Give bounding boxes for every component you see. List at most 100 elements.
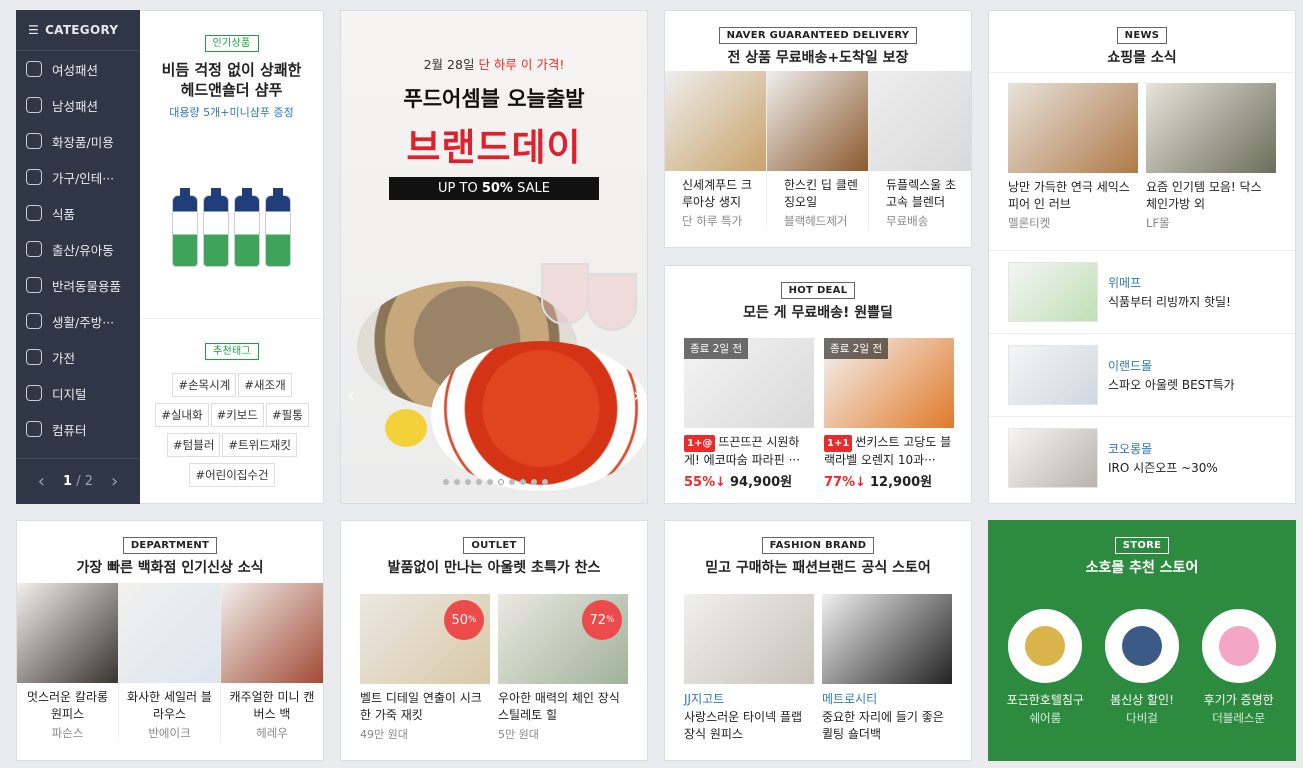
carousel-dot[interactable] bbox=[442, 479, 449, 485]
outlet-item[interactable]: 50% 벨트 디테일 연출이 시크한 가죽 재킷 49만 원대 bbox=[360, 594, 490, 742]
banner-next-icon[interactable]: › bbox=[633, 383, 641, 407]
category-item[interactable]: 출산/유아동 bbox=[16, 231, 140, 267]
carousel-dot[interactable] bbox=[508, 479, 515, 485]
category-item[interactable]: 여성패션 bbox=[16, 51, 140, 87]
current-page: 1 bbox=[63, 474, 73, 489]
store-image bbox=[1104, 609, 1179, 683]
wine-glass bbox=[587, 273, 637, 331]
outlet-item[interactable]: 72% 우아한 매력의 체인 장식 스틸레토 힐 5만 원대 bbox=[498, 594, 628, 742]
food-icon bbox=[26, 205, 42, 221]
section-title[interactable]: 발품없이 만나는 아울렛 초특가 찬스 bbox=[341, 557, 647, 577]
carousel-dot[interactable] bbox=[497, 479, 504, 485]
section-title[interactable]: 소호몰 추천 스토어 bbox=[989, 557, 1295, 577]
section-title[interactable]: 가장 빠른 백화점 인기신상 소식 bbox=[17, 557, 323, 577]
discount-badge: 50% bbox=[444, 600, 484, 640]
store-name: 이랜드몰 bbox=[1108, 358, 1153, 373]
section-tag: FASHION BRAND bbox=[761, 537, 875, 554]
outlet-price: 5만 원대 bbox=[498, 728, 539, 741]
deal-item[interactable]: 종료 2일 전 1+1 썬키스트 고당도 블랙라벨 오렌지 10과··· 77%↓ 12… bbox=[824, 338, 954, 490]
dept-item[interactable]: 캐주얼한 미니 캔버스 백 헤레우 bbox=[221, 583, 323, 741]
product-item[interactable]: 신세계푸드 크루아상 생지 단 하루 특가 bbox=[665, 71, 767, 229]
store-desc: IRO 시즌오프 ~30% bbox=[1108, 460, 1218, 475]
dept-image bbox=[119, 583, 220, 683]
category-label: 식품 bbox=[52, 206, 76, 222]
product-item[interactable]: 듀플렉스울 초고속 블렌더 무료배송 bbox=[869, 71, 971, 229]
dept-image bbox=[221, 583, 323, 683]
category-header: ☰ CATEGORY bbox=[16, 10, 140, 51]
brand-day-banner[interactable]: 2월 28일 단 하루 이 가격! 푸드어셈블 오늘출발 브랜드데이 UP TO… bbox=[340, 10, 648, 504]
news-title: 요즘 인기템 모음! 닥스 체인가방 외 bbox=[1146, 180, 1262, 211]
fashion-item[interactable]: JJ지고트 사랑스러운 타이넥 플랩 장식 원피스 bbox=[684, 594, 814, 743]
product-title[interactable]: 비듬 걱정 없이 상쾌한 헤드앤숄더 샴푸 bbox=[140, 60, 323, 100]
store-item[interactable]: 후기가 증명한 더블레스문 bbox=[1194, 609, 1284, 726]
category-item[interactable]: 컴퓨터 bbox=[16, 411, 140, 447]
hashtag-link[interactable]: #키보드 bbox=[210, 403, 264, 427]
section-title[interactable]: 쇼핑몰 소식 bbox=[989, 47, 1295, 67]
hashtag-link[interactable]: #손목시계 bbox=[172, 373, 237, 397]
carousel-dot[interactable] bbox=[464, 479, 471, 485]
store-headline: 봄신상 할인! bbox=[1110, 693, 1174, 707]
product-sub: 블랙헤드제거 bbox=[784, 214, 848, 228]
product-image[interactable] bbox=[140, 188, 323, 295]
category-item[interactable]: 남성패션 bbox=[16, 87, 140, 123]
carousel-dot[interactable] bbox=[530, 479, 537, 485]
hashtag-link[interactable]: #실내화 bbox=[155, 403, 209, 427]
pet-icon bbox=[26, 277, 42, 293]
carousel-dots bbox=[341, 479, 647, 485]
hashtag-link[interactable]: #새조개 bbox=[238, 373, 292, 397]
category-item[interactable]: 생활/주방··· bbox=[16, 303, 140, 339]
outlet-card: OUTLET 발품없이 만나는 아울렛 초특가 찬스 50% 벨트 디테일 연출이… bbox=[340, 520, 648, 761]
computer-icon bbox=[26, 421, 42, 437]
section-title[interactable]: 모든 게 무료배송! 원쁠딜 bbox=[665, 302, 971, 322]
shirt-icon bbox=[26, 97, 42, 113]
carousel-dot[interactable] bbox=[541, 479, 548, 485]
category-item[interactable]: 화장품/미용 bbox=[16, 123, 140, 159]
next-page-button[interactable]: › bbox=[111, 471, 118, 492]
news-row[interactable]: 코오롱몰 IRO 시즌오프 ~30% bbox=[989, 416, 1295, 499]
hashtag-link[interactable]: #텀블러 bbox=[167, 433, 221, 457]
category-label: 여성패션 bbox=[52, 62, 99, 78]
banner-date: 2월 28일 bbox=[423, 57, 475, 72]
category-label: 가전 bbox=[52, 350, 76, 366]
deal-item[interactable]: 종료 2일 전 1+@ 뜨끈뜨끈 시원하게! 에코따숨 파라핀 ··· 55%↓ 94,… bbox=[684, 338, 814, 490]
store-desc: 스파오 아울렛 BEST특가 bbox=[1108, 377, 1235, 392]
category-item[interactable]: 디지털 bbox=[16, 375, 140, 411]
section-title[interactable]: 믿고 구매하는 패션브랜드 공식 스토어 bbox=[665, 557, 971, 577]
category-panel: ☰ CATEGORY 여성패션남성패션 화장품/미용 가구/인테··· 식품출산/유아동… bbox=[16, 10, 140, 504]
product-item[interactable]: 한스킨 딥 클렌징오일 블랙헤드제거 bbox=[767, 71, 869, 229]
lemon bbox=[385, 409, 427, 447]
hashtag-link[interactable]: #필통 bbox=[265, 403, 309, 427]
wine-glass bbox=[541, 263, 589, 325]
category-item[interactable]: 식품 bbox=[16, 195, 140, 231]
section-tag: NEWS bbox=[1116, 27, 1168, 44]
hashtag-link[interactable]: #트위드재킷 bbox=[222, 433, 297, 457]
news-row[interactable]: 이랜드몰스파오 아울렛 BEST특가 bbox=[989, 333, 1295, 416]
hashtag-link[interactable]: #어린이집수건 bbox=[189, 463, 275, 487]
news-item[interactable]: 요즘 인기템 모음! 닥스 체인가방 외 LF몰 bbox=[1146, 83, 1276, 250]
news-item[interactable]: 낭만 가득한 연극 세익스피어 인 러브 멜론티켓 bbox=[1008, 83, 1138, 250]
deal-timer: 종료 2일 전 bbox=[684, 338, 748, 359]
banner-prev-icon[interactable]: ‹ bbox=[347, 383, 355, 407]
carousel-dot[interactable] bbox=[475, 479, 482, 485]
carousel-dot[interactable] bbox=[453, 479, 460, 485]
category-item[interactable]: 반려동물용품 bbox=[16, 267, 140, 303]
deal-badge: 1+@ bbox=[684, 435, 716, 452]
category-item[interactable]: 가전 bbox=[16, 339, 140, 375]
category-item[interactable]: 가구/인테··· bbox=[16, 159, 140, 195]
carousel-dot[interactable] bbox=[519, 479, 526, 485]
news-source: LF몰 bbox=[1146, 216, 1170, 230]
kitchen-icon bbox=[26, 313, 42, 329]
dept-item[interactable]: 화사한 세일러 블라우스 반에이크 bbox=[119, 583, 221, 741]
category-label: 출산/유아동 bbox=[52, 242, 114, 258]
dept-item[interactable]: 멋스러운 칼라롱 원피스 파슨스 bbox=[17, 583, 119, 741]
deal-rate: 55%↓ bbox=[684, 475, 727, 490]
prev-page-button[interactable]: ‹ bbox=[38, 471, 45, 492]
carousel-dot[interactable] bbox=[486, 479, 493, 485]
dept-name: 멋스러운 칼라롱 원피스 bbox=[26, 690, 109, 721]
fashion-item[interactable]: 메트로시티 중요한 자리에 들기 좋은 퀼팅 숄더백 bbox=[822, 594, 952, 743]
section-title[interactable]: 전 상품 무료배송+도착일 보장 bbox=[665, 47, 971, 67]
product-promo: 대용량 5개+미니샴푸 증정 bbox=[169, 106, 294, 119]
store-item[interactable]: 포근한호텔침구 쉐어룸 bbox=[1000, 609, 1090, 726]
store-item[interactable]: 봄신상 할인! 다비걸 bbox=[1097, 609, 1187, 726]
news-row[interactable]: 위메프 식품부터 리빙까지 핫딜! bbox=[989, 250, 1295, 333]
